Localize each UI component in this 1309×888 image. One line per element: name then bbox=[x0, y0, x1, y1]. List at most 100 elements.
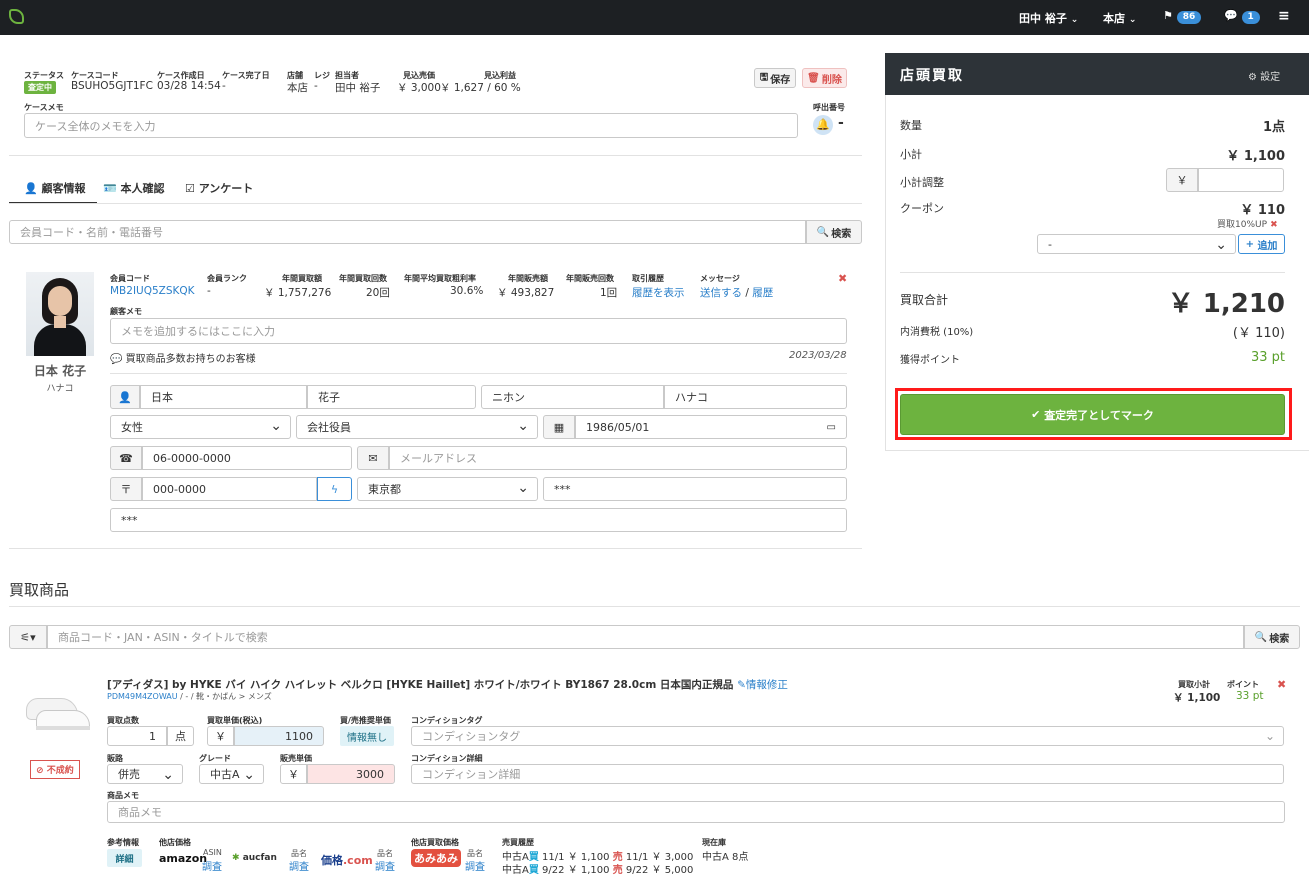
chevron-down-icon: ⌄ bbox=[1128, 15, 1137, 25]
tab-label: アンケート bbox=[198, 182, 254, 195]
occupation-select[interactable]: 会社役員 bbox=[296, 415, 538, 439]
annual-sale-label: 年間販売額 bbox=[508, 274, 548, 283]
kakaku-research-link[interactable]: 調査 bbox=[375, 858, 395, 873]
send-message-link[interactable]: 送信する bbox=[700, 287, 742, 299]
bell-icon[interactable]: 🔔 bbox=[813, 115, 833, 135]
condition-detail-input[interactable]: コンディション詳細 bbox=[411, 764, 1284, 784]
qty-unit: 点 bbox=[167, 726, 194, 746]
not-contracted-badge[interactable]: ⊘ 不成約 bbox=[30, 760, 80, 779]
remove-item-icon[interactable]: ✖ bbox=[1277, 678, 1286, 691]
last-name-input[interactable]: 日本 bbox=[140, 385, 307, 409]
sale-price-label: 販売単価 bbox=[280, 754, 312, 763]
phone-icon: ☎ bbox=[110, 446, 142, 470]
remove-customer-icon[interactable]: ✖ bbox=[838, 272, 847, 285]
unit-price-input[interactable]: 1100 bbox=[234, 726, 324, 746]
qty-label: 買取点数 bbox=[107, 716, 139, 725]
item-title: [アディダス] by HYKE バイ ハイク ハイレット ベルクロ [HYKE … bbox=[107, 677, 788, 692]
complete-assessment-label: 査定完了としてマーク bbox=[1044, 408, 1154, 422]
coupon-row-label: クーポン bbox=[900, 202, 944, 215]
customer-photo bbox=[26, 272, 94, 356]
amazon-research-link[interactable]: 調査 bbox=[202, 858, 222, 873]
email-input[interactable]: メールアドレス bbox=[389, 446, 847, 470]
member-rank-label: 会員ランク bbox=[207, 274, 247, 283]
coupon-select[interactable]: - bbox=[1037, 234, 1236, 254]
address2-input[interactable]: *** bbox=[110, 508, 847, 532]
trash-icon: 🗑 bbox=[807, 72, 820, 84]
flag-notifications[interactable]: ⚑ 86 bbox=[1163, 9, 1202, 24]
recommend-value: 情報無し bbox=[340, 726, 394, 746]
sale-price-input[interactable]: 3000 bbox=[307, 764, 395, 784]
item-memo-input[interactable]: 商品メモ bbox=[107, 801, 1285, 823]
tab-customer-info[interactable]: 👤 顧客情報 bbox=[24, 180, 86, 196]
condition-tag-select[interactable]: コンディションタグ ⌄ bbox=[411, 726, 1284, 746]
plus-icon: + bbox=[1245, 238, 1254, 250]
last-kana-input[interactable]: ニホン bbox=[481, 385, 664, 409]
panel-settings-link[interactable]: ⚙ 設定 bbox=[1248, 68, 1280, 83]
phone-input[interactable]: 06-0000-0000 bbox=[142, 446, 352, 470]
done-value: - bbox=[222, 80, 226, 92]
item-search-button[interactable]: 🔍 検索 bbox=[1244, 625, 1300, 649]
edit-info-link[interactable]: ✎情報修正 bbox=[737, 679, 788, 691]
tab-identity-check[interactable]: 🪪 本人確認 bbox=[103, 180, 165, 196]
history-sell-mark: 売 bbox=[612, 865, 623, 876]
email-placeholder: メールアドレス bbox=[400, 452, 477, 465]
user-menu[interactable]: 田中 裕子 ⌄ bbox=[1019, 10, 1078, 26]
yen-addon: ￥ bbox=[280, 764, 307, 784]
case-memo-placeholder: ケース全体のメモを入力 bbox=[35, 119, 156, 133]
adjust-yen-addon: ￥ bbox=[1166, 168, 1198, 192]
birthday-input[interactable]: 1986/05/01 ▭ bbox=[575, 415, 847, 439]
case-memo-label: ケースメモ bbox=[24, 103, 64, 112]
store-menu[interactable]: 本店 ⌄ bbox=[1103, 10, 1136, 26]
member-search-input[interactable]: 会員コード・名前・電話番号 bbox=[9, 220, 806, 244]
top-navbar: 田中 裕子 ⌄ 本店 ⌄ ⚑ 86 💬 1 ≡ bbox=[0, 0, 1309, 35]
pencil-icon: ✎ bbox=[737, 679, 746, 691]
call-number-label: 呼出番号 bbox=[813, 103, 845, 112]
tab-survey[interactable]: ☑ アンケート bbox=[185, 180, 253, 196]
earned-points-value: 33 pt bbox=[1250, 350, 1285, 365]
complete-assessment-button[interactable]: ✔ 査定完了としてマーク bbox=[900, 394, 1285, 435]
delete-button[interactable]: 🗑 削除 bbox=[802, 68, 847, 88]
amiami-research-link[interactable]: 調査 bbox=[465, 858, 485, 873]
item-search-input[interactable]: 商品コード・JAN・ASIN・タイトルで検索 bbox=[47, 625, 1244, 649]
calendar-picker-icon[interactable]: ▭ bbox=[827, 422, 836, 433]
chat-notifications[interactable]: 💬 1 bbox=[1224, 9, 1260, 24]
save-button[interactable]: 🖫 保存 bbox=[754, 68, 796, 88]
gender-select[interactable]: 女性 bbox=[110, 415, 291, 439]
store-value: 本店 bbox=[287, 82, 308, 94]
address1-input[interactable]: *** bbox=[543, 477, 847, 501]
history-link[interactable]: 履歴を表示 bbox=[632, 285, 685, 300]
zip-input[interactable]: 000-0000 bbox=[142, 477, 317, 501]
history-sell-date: 9/22 bbox=[625, 865, 649, 876]
app-logo-icon[interactable] bbox=[9, 9, 24, 24]
aucfan-research-link[interactable]: 調査 bbox=[289, 858, 309, 873]
customer-memo-input[interactable]: メモを追加するにはここに入力 bbox=[110, 318, 847, 344]
qty-row-label: 数量 bbox=[900, 119, 922, 132]
ref-detail-button[interactable]: 詳細 bbox=[107, 849, 142, 867]
message-links: 送信する / 履歴 bbox=[700, 285, 773, 300]
zip-lookup-bolt-icon[interactable]: ϟ bbox=[317, 477, 352, 501]
item-subtotal-value: ￥ 1,100 bbox=[1173, 692, 1221, 704]
qty-input[interactable]: 1 bbox=[107, 726, 167, 746]
panel-settings-label: 設定 bbox=[1260, 72, 1281, 83]
first-kana-input[interactable]: ハナコ bbox=[664, 385, 847, 409]
coupon-row-value: ￥ 110 bbox=[1240, 203, 1285, 218]
prefecture-select[interactable]: 東京都 bbox=[357, 477, 538, 501]
case-code-value: BSUHO5GJT1FC bbox=[71, 80, 153, 92]
member-search-placeholder: 会員コード・名前・電話番号 bbox=[20, 226, 163, 239]
message-history-link[interactable]: 履歴 bbox=[752, 287, 773, 299]
hamburger-menu-icon[interactable]: ≡ bbox=[1278, 8, 1290, 24]
subtotal-adjust-input[interactable] bbox=[1198, 168, 1284, 192]
grade-select[interactable]: 中古A bbox=[199, 764, 264, 784]
filter-sliders-icon[interactable]: ⚟▾ bbox=[9, 625, 47, 649]
item-code-link[interactable]: PDM49M4ZOWAU bbox=[107, 692, 178, 701]
condition-detail-label: コンディション詳細 bbox=[411, 754, 483, 763]
member-code-link[interactable]: MB2IUQ5ZSKQK bbox=[110, 285, 195, 297]
add-coupon-button[interactable]: + 追加 bbox=[1238, 234, 1285, 254]
first-name-input[interactable]: 花子 bbox=[307, 385, 476, 409]
remove-coupon-icon[interactable]: ✖ bbox=[1267, 220, 1278, 230]
channel-select[interactable]: 併売 bbox=[107, 764, 183, 784]
customer-note-text: 買取商品多数お持ちのお客様 bbox=[125, 354, 256, 365]
member-search-button[interactable]: 🔍 検索 bbox=[806, 220, 862, 244]
history-label: 取引履歴 bbox=[632, 274, 664, 283]
case-memo-input[interactable]: ケース全体のメモを入力 bbox=[24, 113, 798, 138]
